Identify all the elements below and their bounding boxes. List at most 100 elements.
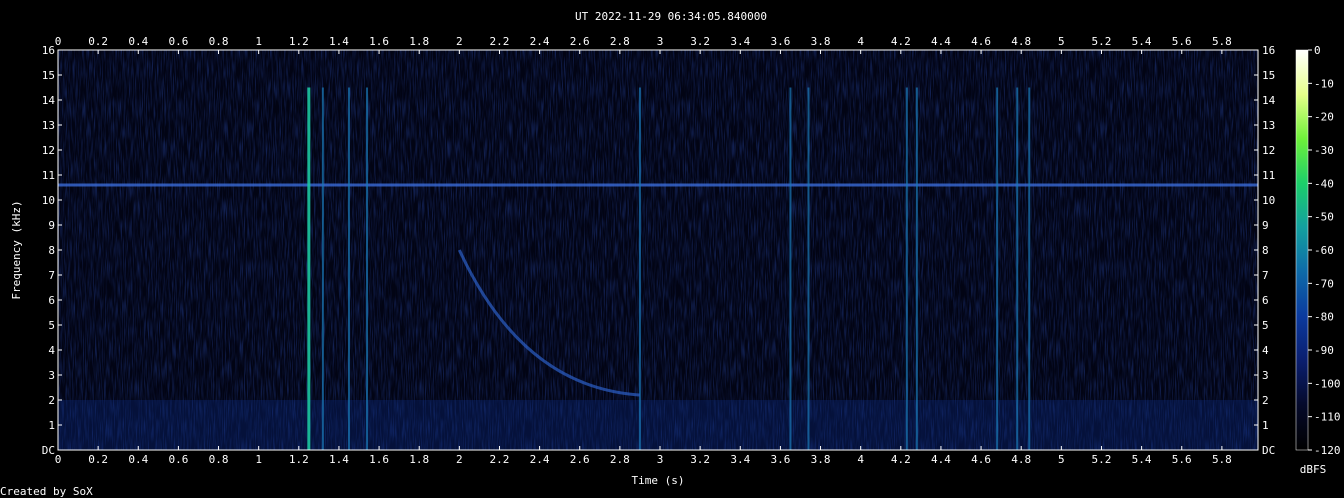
x-top-tick-label: 2.8	[610, 35, 630, 48]
y-left-tick-label: 13	[42, 119, 55, 132]
x-top-tick-label: 5.8	[1212, 35, 1232, 48]
colorbar-tick-label: -80	[1314, 311, 1334, 324]
x-bottom-tick-label: 1.4	[329, 453, 349, 466]
y-left-tick-label: 16	[42, 44, 55, 57]
x-top-tick-label: 2.2	[490, 35, 510, 48]
x-top-tick-label: 3	[657, 35, 664, 48]
y-axis-label: Frequency (kHz)	[10, 200, 23, 299]
y-right-tick-label: 5	[1262, 319, 1269, 332]
y-right-tick-label: 1	[1262, 419, 1269, 432]
x-bottom-tick-label: 5.2	[1092, 453, 1112, 466]
x-top-tick-label: 3.2	[690, 35, 710, 48]
x-top-tick-label: 0.8	[209, 35, 229, 48]
x-bottom-tick-label: 1.2	[289, 453, 309, 466]
low-frequency-band	[58, 400, 1258, 450]
y-right-tick-label: 13	[1262, 119, 1275, 132]
x-bottom-tick-label: 1.8	[409, 453, 429, 466]
colorbar-tick-label: -20	[1314, 111, 1334, 124]
y-right-tick-label: 4	[1262, 344, 1269, 357]
y-right-tick-label: 11	[1262, 169, 1275, 182]
x-top-tick-label: 3.4	[730, 35, 750, 48]
x-bottom-tick-label: 4.2	[891, 453, 911, 466]
colorbar-tick-label: -40	[1314, 177, 1334, 190]
colorbar-tick-label: -90	[1314, 344, 1334, 357]
x-top-tick-label: 5.4	[1132, 35, 1152, 48]
y-right-tick-label: 9	[1262, 219, 1269, 232]
y-right-tick-label: DC	[1262, 444, 1275, 457]
x-bottom-tick-label: 2.8	[610, 453, 630, 466]
x-bottom-tick-label: 1	[255, 453, 262, 466]
y-left-tick-label: 8	[48, 244, 55, 257]
x-bottom-tick-label: 3.6	[770, 453, 790, 466]
x-top-tick-label: 3.6	[770, 35, 790, 48]
y-left-tick-label: 10	[42, 194, 55, 207]
x-bottom-tick-label: 0.6	[168, 453, 188, 466]
x-top-tick-label: 2	[456, 35, 463, 48]
x-bottom-tick-label: 3.8	[811, 453, 831, 466]
colorbar-tick-label: -70	[1314, 277, 1334, 290]
x-axis-label: Time (s)	[632, 474, 685, 487]
y-right-tick-label: 6	[1262, 294, 1269, 307]
y-left-tick-label: 3	[48, 369, 55, 382]
x-bottom-tick-label: 0	[55, 453, 62, 466]
colorbar-tick-label: -110	[1314, 411, 1341, 424]
y-left-tick-label: 15	[42, 69, 55, 82]
x-top-tick-label: 1.6	[369, 35, 389, 48]
x-bottom-tick-label: 1.6	[369, 453, 389, 466]
y-left-tick-label: 7	[48, 269, 55, 282]
y-right-tick-label: 3	[1262, 369, 1269, 382]
y-left-tick-label: 11	[42, 169, 55, 182]
colorbar-tick-label: 0	[1314, 44, 1321, 57]
x-top-tick-label: 4	[857, 35, 864, 48]
spectrogram-chart: UT 2022-11-29 06:34:05.840000 0 0.2 0.4 0.6…	[0, 10, 1341, 498]
x-top-tick-label: 5	[1058, 35, 1065, 48]
x-top-tick-label: 1.8	[409, 35, 429, 48]
x-top-tick-label: 3.8	[811, 35, 831, 48]
y-right-tick-label: 8	[1262, 244, 1269, 257]
x-top-tick-label: 0.4	[128, 35, 148, 48]
x-bottom-tick-label: 2.2	[490, 453, 510, 466]
footer-credit: Created by SoX	[0, 485, 93, 498]
x-top-tick-label: 4.8	[1011, 35, 1031, 48]
colorbar-tick-label: -120	[1314, 444, 1341, 457]
x-top-tick-label: 2.4	[530, 35, 550, 48]
x-top-tick-label: 0.6	[168, 35, 188, 48]
y-left-tick-label: 1	[48, 419, 55, 432]
plot-area	[57, 49, 1259, 451]
y-right-tick-label: 7	[1262, 269, 1269, 282]
y-right-tick-label: 15	[1262, 69, 1275, 82]
noise-floor	[58, 50, 1258, 450]
colorbar-tick-label: -100	[1314, 377, 1341, 390]
y-left-tick-label: 5	[48, 319, 55, 332]
x-top-tick-label: 2.6	[570, 35, 590, 48]
x-top-tick-label: 4.6	[971, 35, 991, 48]
y-left-tick-label: DC	[42, 444, 55, 457]
x-bottom-tick-label: 4.6	[971, 453, 991, 466]
x-bottom-tick-label: 3.4	[730, 453, 750, 466]
x-bottom-tick-label: 5	[1058, 453, 1065, 466]
y-left-tick-label: 2	[48, 394, 55, 407]
chart-title: UT 2022-11-29 06:34:05.840000	[575, 10, 767, 23]
x-bottom-tick-label: 5.8	[1212, 453, 1232, 466]
colorbar-gradient	[1295, 49, 1309, 451]
x-top-tick-label: 1	[255, 35, 262, 48]
y-right-tick-label: 12	[1262, 144, 1275, 157]
x-bottom-tick-label: 2.4	[530, 453, 550, 466]
x-bottom-tick-label: 2	[456, 453, 463, 466]
x-top-tick-label: 1.2	[289, 35, 309, 48]
x-bottom-tick-label: 0.8	[209, 453, 229, 466]
colorbar: 0 -10 -20 -30 -40 -50 -60 -70 -80 -90 -100 -110 -120…	[1295, 44, 1341, 476]
y-right-tick-label: 16	[1262, 44, 1275, 57]
x-bottom-tick-label: 0.4	[128, 453, 148, 466]
x-top-tick-label: 0.2	[88, 35, 108, 48]
colorbar-tick-label: -30	[1314, 144, 1334, 157]
y-right-tick-label: 10	[1262, 194, 1275, 207]
colorbar-tick-label: -50	[1314, 211, 1334, 224]
colorbar-label: dBFS	[1300, 463, 1327, 476]
x-bottom-tick-label: 2.6	[570, 453, 590, 466]
y-left-tick-label: 4	[48, 344, 55, 357]
colorbar-tick-label: -60	[1314, 244, 1334, 257]
y-right-tick-label: 14	[1262, 94, 1276, 107]
x-bottom-tick-label: 4.4	[931, 453, 951, 466]
x-bottom-tick-label: 3.2	[690, 453, 710, 466]
